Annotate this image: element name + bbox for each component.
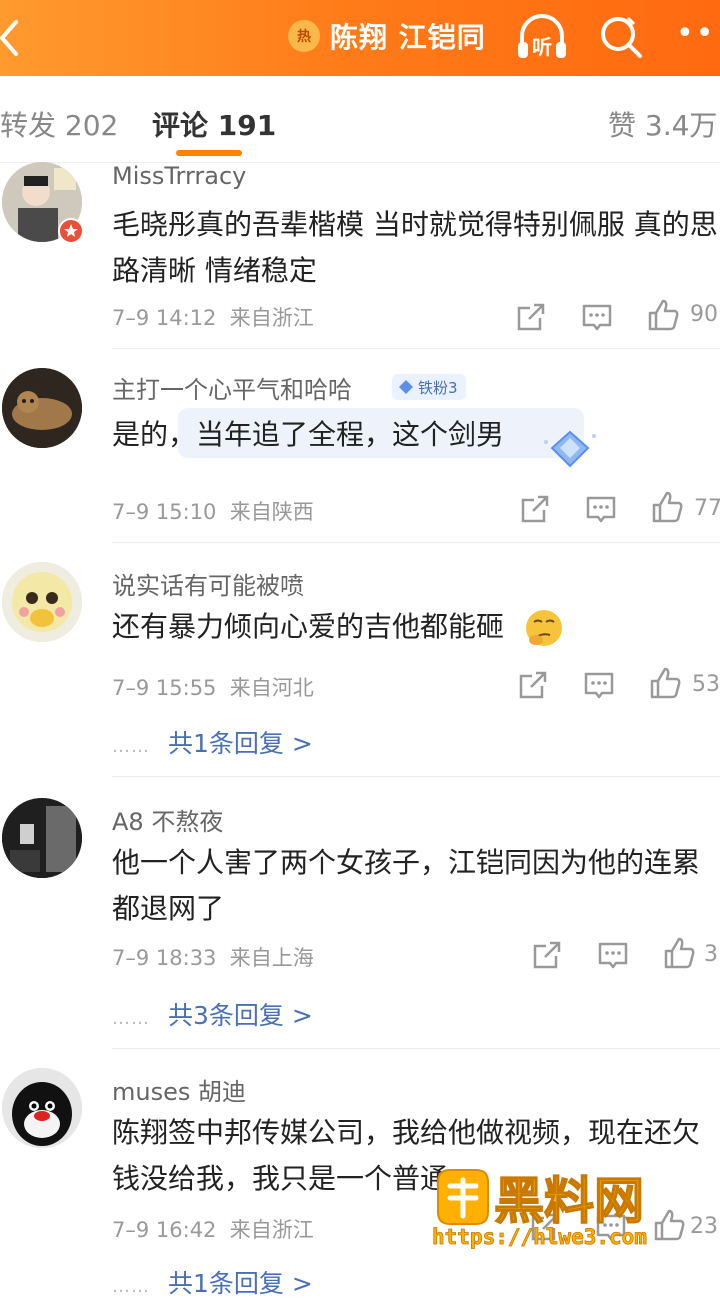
like-icon[interactable] <box>650 490 684 524</box>
view-replies-label: 共1条回复 > <box>168 1269 313 1298</box>
listen-label: 听 <box>532 35 552 59</box>
back-arrow-icon[interactable] <box>0 14 40 62</box>
like-count: 3 <box>704 942 718 967</box>
watermark-logo: 黑料网 https://hlwe3.com <box>432 1169 647 1249</box>
watermark-url: https://hlwe3.com <box>432 1225 647 1249</box>
comment-location: 来自浙江 <box>229 306 314 330</box>
divider <box>112 348 720 349</box>
view-replies-link[interactable]: …… 共3条回复 > <box>112 996 313 1032</box>
like-count: 53 <box>692 672 720 697</box>
username[interactable]: 说实话有可能被喷 <box>112 566 304 601</box>
username[interactable]: muses 胡迪 <box>112 1072 246 1107</box>
view-replies-link[interactable]: …… 共1条回复 > <box>112 1264 313 1300</box>
like-icon[interactable] <box>646 298 680 332</box>
search-icon[interactable] <box>598 14 644 60</box>
avatar[interactable] <box>2 798 82 878</box>
fan-badge-label: 铁粉3 <box>418 378 458 397</box>
comment-icon[interactable] <box>582 668 616 702</box>
avatar[interactable] <box>2 562 82 642</box>
comment-time: 7–9 15:10 <box>112 500 217 524</box>
view-replies-link[interactable]: …… 共1条回复 > <box>112 724 313 760</box>
fan-badge: 铁粉3 <box>392 374 466 400</box>
comment-time: 7–9 15:55 <box>112 676 217 700</box>
comment-icon[interactable] <box>584 492 618 526</box>
username[interactable]: A8 不熬夜 <box>112 802 223 837</box>
reply-dots: …… <box>112 1008 150 1029</box>
watermark-brand: 黑料网 <box>494 1172 644 1230</box>
comment-text: 是的，当年追了全程，这个剑男 <box>112 418 505 451</box>
comment-location: 来自陕西 <box>229 500 314 524</box>
comment-icon[interactable] <box>580 300 614 334</box>
avatar-image <box>2 368 82 448</box>
username[interactable]: MissTrrracy <box>112 162 246 190</box>
active-tab-indicator <box>176 150 242 156</box>
watermark: 黑料网 https://hlwe3.com <box>430 1160 720 1280</box>
reply-dots: …… <box>112 736 150 757</box>
comment-location: 来自浙江 <box>229 1218 314 1242</box>
comment-time: 7–9 18:33 <box>112 946 217 970</box>
comment-location: 来自河北 <box>229 676 314 700</box>
divider <box>112 542 720 543</box>
thinking-emoji-icon <box>526 610 562 646</box>
verified-badge-icon <box>58 218 84 244</box>
avatar-image <box>2 1068 82 1148</box>
avatar[interactable] <box>2 368 82 448</box>
tab-likes[interactable]: 赞 3.4万 <box>608 104 717 144</box>
like-count: 90 <box>690 302 718 327</box>
share-icon[interactable] <box>530 938 564 972</box>
comment-location: 来自上海 <box>229 946 314 970</box>
like-icon[interactable] <box>648 666 682 700</box>
hot-badge: 热 <box>288 20 320 52</box>
avatar-image <box>2 798 82 878</box>
tab-comments[interactable]: 评论 191 <box>152 104 276 144</box>
comment-meta: 7–9 18:33 来自上海 <box>112 942 314 972</box>
comment-text: 毛晓彤真的吾辈楷模 当时就觉得特别佩服 真的思路清晰 情绪稳定 <box>112 208 718 287</box>
avatar-image <box>2 562 82 642</box>
avatar[interactable] <box>2 1068 82 1148</box>
comment-meta: 7–9 15:10 来自陕西 <box>112 496 314 526</box>
comment-time: 7–9 16:42 <box>112 1218 217 1242</box>
username[interactable]: 主打一个心平气和哈哈 <box>112 370 352 405</box>
divider <box>112 776 720 777</box>
more-icon[interactable]: ••• <box>676 19 720 49</box>
page-title[interactable]: 陈翔 江铠同 <box>330 16 486 56</box>
comment-text: 他一个人害了两个女孩子，江铠同因为他的连累都退网了 <box>112 846 701 925</box>
comment-meta: 7–9 14:12 来自浙江 <box>112 302 314 332</box>
top-navigation-bar: 热 陈翔 江铠同 听 ••• <box>0 0 720 76</box>
diamond-sticker-icon <box>544 430 596 468</box>
share-icon[interactable] <box>516 668 550 702</box>
comment-tabs: 转发 202 评论 191 赞 3.4万 <box>0 76 720 163</box>
share-icon[interactable] <box>518 492 552 526</box>
comment-time: 7–9 14:12 <box>112 306 217 330</box>
headphones-icon[interactable]: 听 <box>514 14 570 62</box>
like-count: 77 <box>694 496 720 521</box>
comment-meta: 7–9 15:55 来自河北 <box>112 672 314 702</box>
like-icon[interactable] <box>662 936 696 970</box>
divider <box>112 1048 720 1049</box>
tab-reposts[interactable]: 转发 202 <box>0 104 118 144</box>
diamond-icon <box>399 380 413 394</box>
view-replies-label: 共1条回复 > <box>168 729 313 758</box>
view-replies-label: 共3条回复 > <box>168 1001 313 1030</box>
comment-text: 还有暴力倾向心爱的吉他都能砸 <box>112 610 505 643</box>
comment-icon[interactable] <box>596 938 630 972</box>
reply-dots: …… <box>112 1276 150 1297</box>
share-icon[interactable] <box>514 300 548 334</box>
comment-meta: 7–9 16:42 来自浙江 <box>112 1214 314 1244</box>
